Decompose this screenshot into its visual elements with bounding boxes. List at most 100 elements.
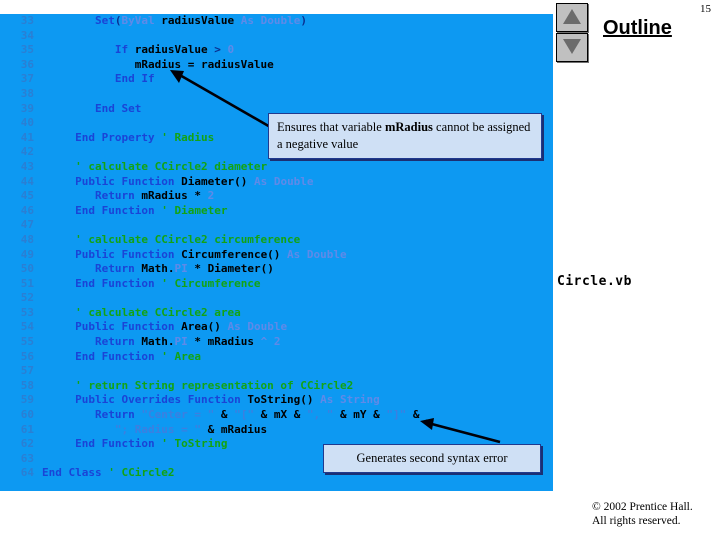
line-number: 35	[20, 43, 34, 57]
code-line: 55 Return Math.PI * mRadius ^ 2	[0, 335, 553, 350]
code-line: 57	[0, 364, 553, 379]
line-number: 43	[20, 159, 34, 173]
code-line: 44 Public Function Diameter() As Double	[0, 175, 553, 190]
code-token: Public Function	[75, 174, 182, 188]
page-number: 15	[700, 3, 711, 15]
code-token: As Double	[234, 14, 301, 27]
code-token: End Function	[75, 437, 162, 451]
code-lines: 33 Set(ByVal radiusValue As Double) 34 35 …	[0, 14, 553, 481]
code-line: 36 mRadius = radiusValue	[0, 58, 553, 73]
code-line: 61 "; Radius = " & mRadius	[0, 423, 553, 438]
line-number: 56	[20, 349, 34, 363]
code-token: As String	[313, 393, 380, 407]
code-token: >	[214, 43, 228, 57]
code-token: ' Diameter	[161, 203, 228, 217]
copyright-line-2: All rights reserved.	[592, 515, 681, 527]
outline-title: Outline	[603, 17, 672, 39]
code-token: ByVal	[121, 14, 162, 27]
code-line: 59 Public Overrides Function ToString() …	[0, 393, 553, 408]
code-token: mRadius *	[141, 189, 208, 203]
code-token: ' calculate CCircle2 diameter	[75, 159, 268, 173]
code-token: End Function	[75, 349, 162, 363]
code-token: ' Circumference	[161, 276, 261, 290]
code-line: 53 ' calculate CCircle2 area	[0, 306, 553, 321]
copyright-notice: © 2002 Prentice Hall. All rights reserve…	[592, 500, 693, 528]
code-token: As Double	[280, 247, 347, 261]
line-number: 58	[20, 378, 34, 392]
line-number: 51	[20, 276, 34, 290]
line-number: 44	[20, 174, 34, 188]
callout-text-before: Ensures that variable	[277, 120, 385, 134]
code-token: Return	[94, 408, 142, 422]
code-line: 50 Return Math.PI * Diameter()	[0, 262, 553, 277]
code-line: 58 ' return String representation of CCi…	[0, 379, 553, 394]
line-number: 37	[20, 72, 34, 86]
code-token: ' calculate CCircle2 circumference	[75, 232, 301, 246]
line-number: 50	[20, 262, 34, 276]
code-token: ' CCircle2	[108, 466, 175, 480]
code-token: Math.	[141, 262, 175, 276]
copyright-line-1: © 2002 Prentice Hall.	[592, 501, 693, 513]
code-token: Diameter()	[181, 174, 248, 188]
code-token: Public Overrides Function	[75, 393, 248, 407]
code-token: Area()	[181, 320, 221, 334]
line-number: 60	[20, 408, 34, 422]
line-number: 57	[20, 364, 34, 378]
code-line: 48 ' calculate CCircle2 circumference	[0, 233, 553, 248]
code-token: 2	[207, 189, 215, 203]
code-token: End Property	[75, 130, 162, 144]
code-line: 47	[0, 218, 553, 233]
code-token: Public Function	[75, 247, 182, 261]
code-token: Return	[94, 189, 142, 203]
code-token: "Center = "	[141, 408, 215, 422]
code-token: If	[114, 43, 135, 57]
code-token: * mRadius	[187, 335, 261, 349]
code-token: End If	[114, 72, 155, 86]
code-token: & mRadius	[200, 422, 268, 436]
code-line: 38	[0, 87, 553, 102]
code-token: "]"	[386, 408, 407, 422]
code-line: 34	[0, 29, 553, 44]
code-token: End Class	[42, 466, 109, 480]
code-token: ' calculate CCircle2 area	[75, 305, 241, 319]
line-number: 52	[20, 291, 34, 305]
scroll-down-button[interactable]	[556, 33, 588, 62]
code-line: 51 End Function ' Circumference	[0, 277, 553, 292]
code-line: 56 End Function ' Area	[0, 350, 553, 365]
code-token: )	[300, 14, 307, 27]
line-number: 46	[20, 203, 34, 217]
code-token: & _	[406, 408, 433, 422]
line-number: 45	[20, 189, 34, 203]
code-token: Return	[94, 335, 142, 349]
code-token: End Function	[75, 276, 162, 290]
scroll-up-button[interactable]	[556, 3, 588, 32]
line-number: 39	[20, 101, 34, 115]
line-number: 62	[20, 437, 34, 451]
code-line: 52	[0, 291, 553, 306]
code-line: 37 End If	[0, 72, 553, 87]
code-token: As Double	[247, 174, 314, 188]
line-number: 41	[20, 130, 34, 144]
code-token: ' Area	[161, 349, 201, 363]
code-token: radiusValue	[161, 14, 235, 27]
code-line: 45 Return mRadius * 2	[0, 189, 553, 204]
line-number: 47	[20, 218, 34, 232]
code-line: 46 End Function ' Diameter	[0, 204, 553, 219]
code-listing-panel: 33 Set(ByVal radiusValue As Double) 34 35 …	[0, 14, 553, 491]
line-number: 48	[20, 232, 34, 246]
code-token: * Diameter()	[187, 262, 274, 276]
